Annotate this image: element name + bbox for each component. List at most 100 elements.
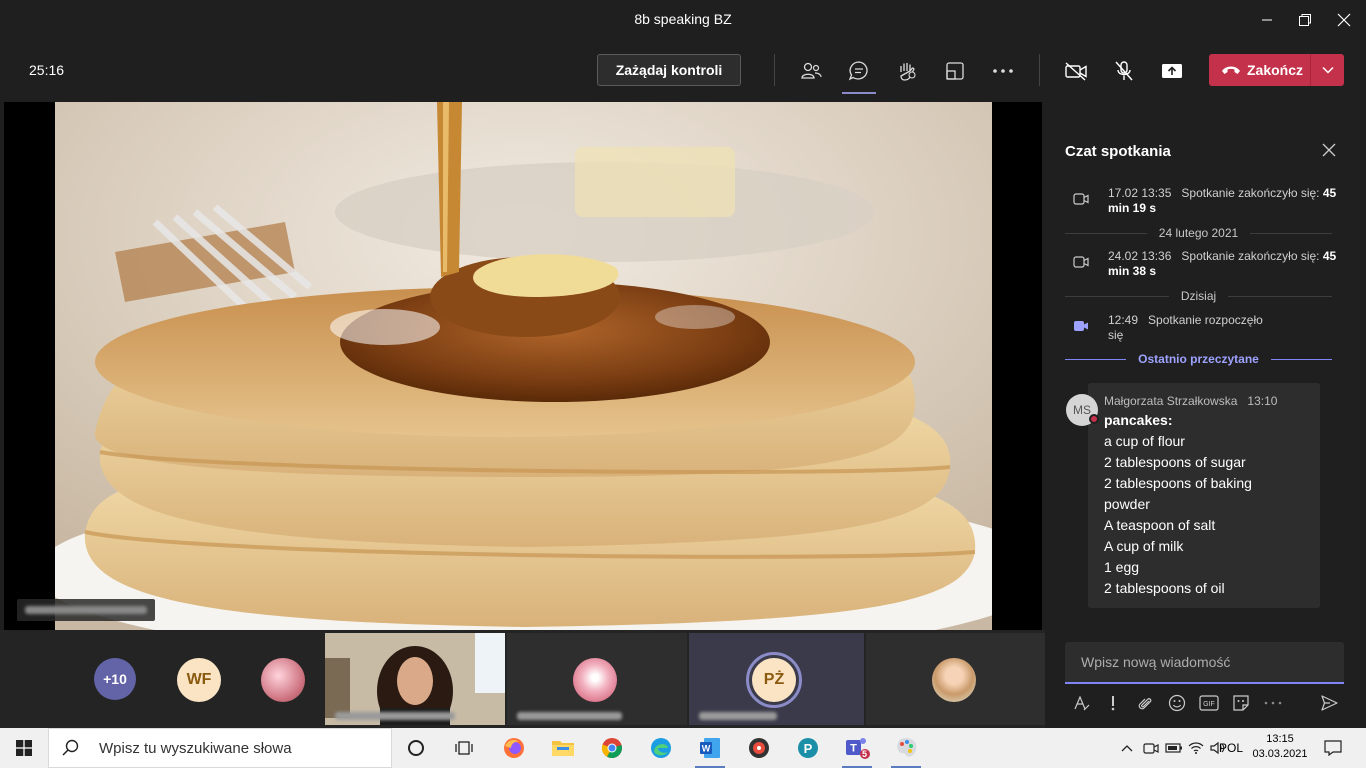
battery-icon	[1165, 743, 1182, 753]
chrome-app[interactable]	[588, 728, 636, 768]
end-call-options-button[interactable]	[1311, 54, 1344, 86]
action-center-button[interactable]	[1318, 728, 1348, 768]
folder-icon	[552, 741, 574, 756]
emoji-button[interactable]	[1165, 691, 1189, 715]
message-avatar[interactable]: MS	[1066, 394, 1099, 426]
message-line: 1 egg	[1104, 559, 1140, 575]
media-player-app[interactable]	[735, 728, 783, 768]
taskbar-search[interactable]	[48, 728, 392, 768]
important-button[interactable]	[1101, 691, 1125, 715]
participants-icon	[801, 62, 822, 79]
firefox-app[interactable]	[490, 728, 538, 768]
format-icon	[1074, 695, 1090, 711]
network-tray[interactable]	[1185, 728, 1207, 768]
language-indicator[interactable]: POL	[1213, 728, 1249, 768]
overflow-participants-button[interactable]: +10	[94, 658, 136, 700]
event-time: 12:49	[1108, 313, 1139, 327]
taskbar-clock[interactable]: 13:15 03.03.2021	[1252, 732, 1308, 762]
windows-logo-icon	[16, 740, 32, 756]
event-time: 17.02 13:35	[1108, 186, 1172, 200]
maximize-button[interactable]	[1285, 0, 1325, 40]
close-window-button[interactable]	[1324, 0, 1364, 40]
more-icon	[993, 69, 1013, 73]
mic-toggle-button[interactable]	[1107, 54, 1141, 88]
close-icon	[1322, 143, 1336, 157]
clock-time: 13:15	[1266, 733, 1294, 745]
close-chat-button[interactable]	[1319, 140, 1339, 160]
word-icon: W	[700, 738, 720, 758]
attach-button[interactable]	[1133, 691, 1157, 715]
participants-strip: +10 WF PŻ	[0, 630, 1045, 736]
camera-off-icon	[1065, 62, 1087, 81]
edge-app[interactable]	[637, 728, 685, 768]
chat-button[interactable]	[842, 54, 876, 94]
send-button[interactable]	[1317, 691, 1341, 715]
end-call-button[interactable]: Zakończ	[1209, 54, 1344, 86]
gif-button[interactable]: GIF	[1197, 691, 1221, 715]
speaking-ring: PŻ	[746, 652, 802, 708]
participant-tile-speaking[interactable]: PŻ	[689, 633, 864, 725]
date-divider: Dzisiaj	[1065, 289, 1332, 303]
message-line: powder	[1104, 496, 1150, 512]
svg-text:GIF: GIF	[1203, 701, 1215, 708]
participant-tile[interactable]	[507, 633, 687, 725]
meeting-event: 24.02 13:36 Spotkanie zakończyło się: 45…	[1065, 249, 1355, 281]
battery-tray[interactable]	[1163, 728, 1185, 768]
format-button[interactable]	[1069, 691, 1093, 715]
sticker-button[interactable]	[1229, 691, 1253, 715]
toolbar-divider	[1039, 54, 1040, 86]
minimize-button[interactable]	[1247, 0, 1287, 40]
end-call-main[interactable]: Zakończ	[1209, 54, 1310, 86]
cortana-button[interactable]	[392, 728, 440, 768]
participant-avatar-bird	[261, 658, 305, 702]
meeting-timer: 25:16	[29, 62, 65, 78]
date-divider-label: 24 lutego 2021	[1158, 226, 1239, 240]
main-stage	[4, 102, 1042, 630]
more-icon	[1264, 701, 1282, 705]
p-app-icon: P	[798, 738, 818, 758]
send-icon	[1321, 695, 1338, 711]
firefox-icon	[504, 738, 524, 758]
request-control-button[interactable]: Zażądaj kontroli	[597, 54, 741, 86]
message-line: a cup of flour	[1104, 433, 1185, 449]
window-title: 8b speaking BZ	[634, 11, 732, 27]
camera-toggle-button[interactable]	[1059, 54, 1093, 88]
participant-video-tile[interactable]	[325, 633, 505, 736]
task-view-button[interactable]	[440, 728, 488, 768]
show-hidden-icons-button[interactable]	[1117, 728, 1137, 768]
blurred-name	[25, 606, 147, 614]
word-app[interactable]: W	[686, 728, 734, 768]
participants-button[interactable]	[794, 54, 828, 88]
publisher-app[interactable]: P	[784, 728, 832, 768]
raise-hand-button[interactable]	[890, 54, 924, 88]
meeting-event: 12:49 Spotkanie rozpoczęło się	[1065, 313, 1355, 345]
message-line: 2 tablespoons of sugar	[1104, 454, 1246, 470]
restore-icon	[1299, 14, 1311, 26]
more-options-button[interactable]	[986, 54, 1020, 88]
toolbar-divider	[774, 54, 775, 86]
more-compose-options-button[interactable]	[1261, 691, 1285, 715]
start-button[interactable]	[0, 728, 48, 768]
chrome-icon	[601, 738, 622, 759]
taskbar-search-input[interactable]	[89, 739, 389, 757]
teams-app[interactable]: T 5	[833, 728, 881, 768]
meeting-camera-icon	[1073, 256, 1089, 268]
meeting-camera-icon	[1073, 193, 1089, 205]
teams-badge: 5	[862, 749, 868, 759]
participant-tile[interactable]	[866, 633, 1045, 725]
chat-message[interactable]: Małgorzata Strzałkowska 13:10 pancakes: a…	[1088, 383, 1320, 608]
compose-box	[1065, 642, 1344, 684]
clock-date: 03.03.2021	[1252, 748, 1308, 760]
close-icon	[1337, 13, 1351, 27]
share-screen-button[interactable]	[1155, 54, 1189, 88]
file-explorer-app[interactable]	[539, 728, 587, 768]
windows-taskbar: W P T 5 POL 13:15 03.03.2021	[0, 728, 1366, 768]
meeting-chat-panel: Czat spotkania 17.02 13:35 Spotkanie zak…	[1045, 102, 1366, 728]
paint-app[interactable]	[882, 728, 930, 768]
meet-now-icon	[1143, 743, 1159, 754]
raise-hand-icon	[900, 63, 916, 81]
meet-now-tray[interactable]	[1140, 728, 1162, 768]
paint-palette-icon	[897, 738, 917, 757]
message-input[interactable]	[1065, 642, 1344, 682]
share-tray-button[interactable]	[938, 54, 972, 88]
